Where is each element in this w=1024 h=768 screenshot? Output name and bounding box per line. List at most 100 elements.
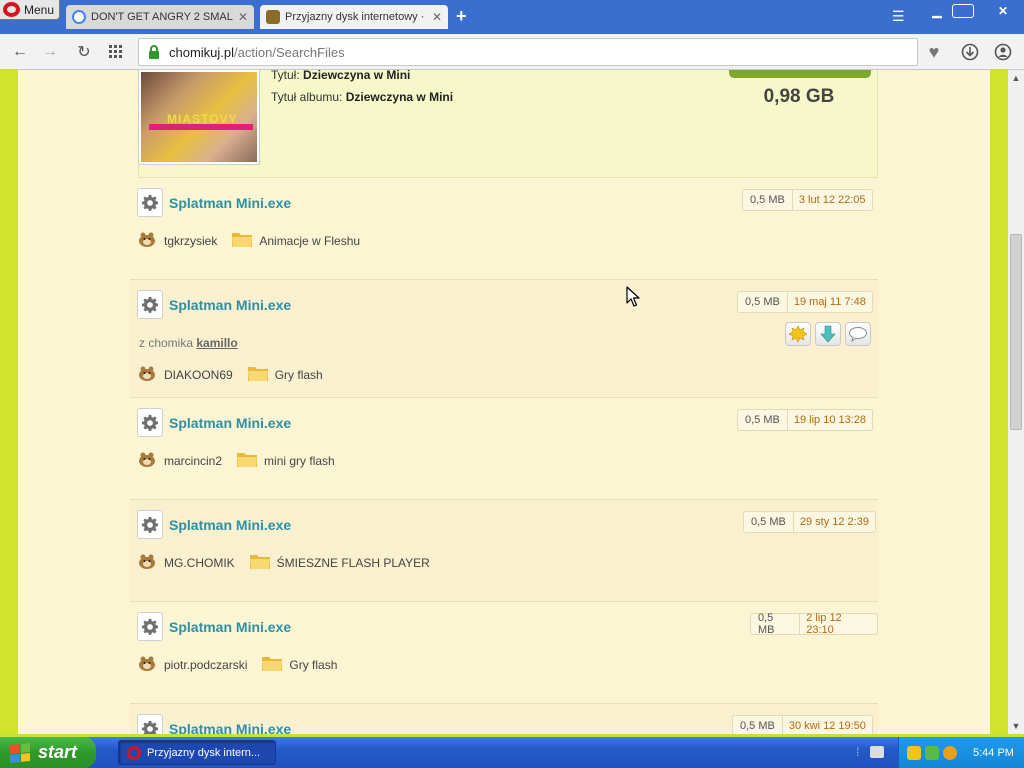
exe-gear-icon[interactable] bbox=[137, 290, 163, 319]
file-actions bbox=[785, 322, 871, 346]
page-content: MIASTOVY Tytuł: Dziewczyna w Mini Tytuł … bbox=[18, 70, 990, 734]
scrollbar-thumb[interactable] bbox=[1010, 234, 1022, 430]
from-user-link[interactable]: kamillo bbox=[196, 336, 237, 350]
folder-name-link[interactable]: Animacje w Fleshu bbox=[259, 234, 360, 248]
folder-icon bbox=[247, 654, 289, 675]
album-card: MIASTOVY Tytuł: Dziewczyna w Mini Tytuł … bbox=[138, 70, 878, 178]
tray-grip-icon[interactable]: ⁞ bbox=[856, 745, 859, 759]
minimize-window-icon[interactable]: ▁ bbox=[924, 2, 950, 20]
tab-title: DON'T GET ANGRY 2 SMALL · bbox=[91, 11, 233, 23]
album-title-line: Tytuł: Dziewczyna w Mini bbox=[271, 70, 453, 86]
star-burst-action-icon[interactable] bbox=[785, 322, 811, 346]
file-name-link[interactable]: Splatman Mini.exe bbox=[169, 517, 291, 533]
exe-gear-icon[interactable] bbox=[137, 408, 163, 437]
folder-icon bbox=[217, 230, 259, 251]
browser-tab-strip: Menu DON'T GET ANGRY 2 SMALL · ✕ Przyjaz… bbox=[0, 0, 1024, 34]
mouse-cursor-icon bbox=[626, 286, 640, 307]
opera-menu-label: Menu bbox=[24, 2, 55, 17]
tab-menu-icon[interactable]: ☰ bbox=[892, 8, 905, 25]
page-viewport: MIASTOVY Tytuł: Dziewczyna w Mini Tytuł … bbox=[0, 70, 1008, 734]
url-host: chomikuj.pl bbox=[169, 44, 235, 60]
opera-logo-icon bbox=[127, 745, 141, 760]
back-arrow-icon[interactable]: ← bbox=[10, 42, 30, 62]
heart-bookmark-icon[interactable]: ♥ bbox=[924, 42, 944, 62]
file-name-link[interactable]: Splatman Mini.exe bbox=[169, 619, 291, 635]
folder-name-link[interactable]: Gry flash bbox=[289, 658, 337, 672]
album-meta: Tytuł: Dziewczyna w Mini Tytuł albumu: D… bbox=[271, 70, 453, 108]
tab-dont-get-angry[interactable]: DON'T GET ANGRY 2 SMALL · ✕ bbox=[66, 5, 254, 29]
file-meta: 0,5 MB 19 lip 10 13:28 bbox=[737, 409, 874, 431]
download-arrow-icon[interactable] bbox=[815, 322, 841, 346]
tab-przyjazny-dysk[interactable]: Przyjazny dysk internetowy · ✕ bbox=[260, 5, 448, 29]
album-value: Dziewczyna w Mini bbox=[345, 90, 454, 104]
url-field[interactable]: chomikuj.pl/action/SearchFiles bbox=[138, 38, 918, 66]
taskbar-window-button[interactable]: Przyjazny dysk intern... bbox=[118, 740, 276, 765]
vertical-scrollbar[interactable]: ▲ ▼ bbox=[1008, 70, 1024, 734]
close-window-icon[interactable]: ✕ bbox=[990, 2, 1016, 20]
address-toolbar: ← → ↻ chomikuj.pl/action/SearchFiles ♥ bbox=[0, 34, 1024, 70]
tab-close-icon[interactable]: ✕ bbox=[432, 10, 442, 24]
file-size: 0,5 MB bbox=[733, 716, 783, 734]
lock-icon bbox=[147, 45, 161, 59]
file-name-link[interactable]: Splatman Mini.exe bbox=[169, 415, 291, 431]
scroll-down-arrow-icon[interactable]: ▼ bbox=[1008, 718, 1024, 734]
account-icon[interactable] bbox=[993, 42, 1013, 62]
tab-title: Przyjazny dysk internetowy · bbox=[285, 11, 425, 23]
network-icon[interactable] bbox=[925, 745, 939, 760]
file-item: Splatman Mini.exe 0,5 MB 2 lip 12 23:10 … bbox=[130, 602, 878, 704]
hamster-avatar-icon bbox=[138, 365, 164, 384]
comment-bubble-icon[interactable] bbox=[845, 322, 871, 346]
folder-name-link[interactable]: Gry flash bbox=[275, 368, 323, 382]
file-meta: 0,5 MB 29 sty 12 2:39 bbox=[743, 511, 876, 533]
owner-row: piotr.podczarski Gry flash bbox=[138, 654, 337, 675]
file-name-link[interactable]: Splatman Mini.exe bbox=[169, 721, 291, 734]
file-name-link[interactable]: Splatman Mini.exe bbox=[169, 297, 291, 313]
owner-name-link[interactable]: piotr.podczarski bbox=[164, 658, 247, 672]
reload-icon[interactable]: ↻ bbox=[74, 42, 94, 62]
new-tab-button[interactable]: + bbox=[456, 6, 467, 27]
taskbar-window-title: Przyjazny dysk intern... bbox=[147, 746, 261, 759]
opera-logo-icon bbox=[3, 2, 20, 17]
scroll-up-arrow-icon[interactable]: ▲ bbox=[1008, 70, 1024, 86]
exe-gear-icon[interactable] bbox=[137, 510, 163, 539]
album-size: 0,98 GB bbox=[763, 86, 835, 107]
file-date: 3 lut 12 22:05 bbox=[798, 194, 866, 206]
start-button[interactable]: start bbox=[0, 737, 96, 768]
file-item: Splatman Mini.exe 0,5 MB 30 kwi 12 19:50 bbox=[130, 704, 878, 734]
tab-close-icon[interactable]: ✕ bbox=[238, 10, 248, 24]
album-label: Tytuł albumu: bbox=[271, 90, 343, 104]
owner-name-link[interactable]: MG.CHOMIK bbox=[164, 556, 235, 570]
search-magnifier-icon[interactable] bbox=[943, 745, 957, 760]
file-item: Splatman Mini.exe 0,5 MB 29 sty 12 2:39 … bbox=[130, 500, 878, 602]
download-icon[interactable] bbox=[960, 42, 980, 62]
taskbar: start Przyjazny dysk intern... ⁞ 5:44 PM bbox=[0, 737, 1024, 768]
exe-gear-icon[interactable] bbox=[137, 714, 163, 734]
speed-dial-grid-icon[interactable] bbox=[106, 42, 126, 62]
hamster-avatar-icon bbox=[138, 553, 164, 572]
windows-flag-icon bbox=[10, 742, 30, 763]
folder-name-link[interactable]: mini gry flash bbox=[264, 454, 335, 468]
folder-icon bbox=[233, 364, 275, 385]
album-cover-image[interactable]: MIASTOVY bbox=[139, 70, 259, 164]
folder-name-link[interactable]: ŚMIESZNE FLASH PLAYER bbox=[277, 556, 430, 570]
owner-name-link[interactable]: DIAKOON69 bbox=[164, 368, 233, 382]
exe-gear-icon[interactable] bbox=[137, 612, 163, 641]
forward-arrow-icon[interactable]: → bbox=[40, 42, 60, 62]
cover-logo-text: MIASTOVY bbox=[167, 112, 238, 126]
owner-name-link[interactable]: tgkrzysiek bbox=[164, 234, 217, 248]
exe-gear-icon[interactable] bbox=[137, 188, 163, 217]
from-prefix: z chomika bbox=[139, 336, 194, 350]
file-date: 29 sty 12 2:39 bbox=[799, 516, 869, 528]
keyboard-icon[interactable] bbox=[870, 746, 884, 758]
album-download-button[interactable] bbox=[729, 70, 871, 78]
hamster-avatar-icon bbox=[138, 451, 164, 470]
system-tray: 5:44 PM bbox=[898, 737, 1024, 768]
opera-menu-button[interactable]: Menu bbox=[0, 0, 60, 20]
file-name-link[interactable]: Splatman Mini.exe bbox=[169, 195, 291, 211]
security-shield-icon[interactable] bbox=[907, 745, 921, 760]
title-value: Dziewczyna w Mini bbox=[303, 70, 411, 82]
file-size: 0,5 MB bbox=[751, 612, 801, 636]
file-date: 2 lip 12 23:10 bbox=[806, 612, 842, 636]
owner-name-link[interactable]: marcincin2 bbox=[164, 454, 222, 468]
maximize-window-icon[interactable] bbox=[952, 4, 974, 18]
